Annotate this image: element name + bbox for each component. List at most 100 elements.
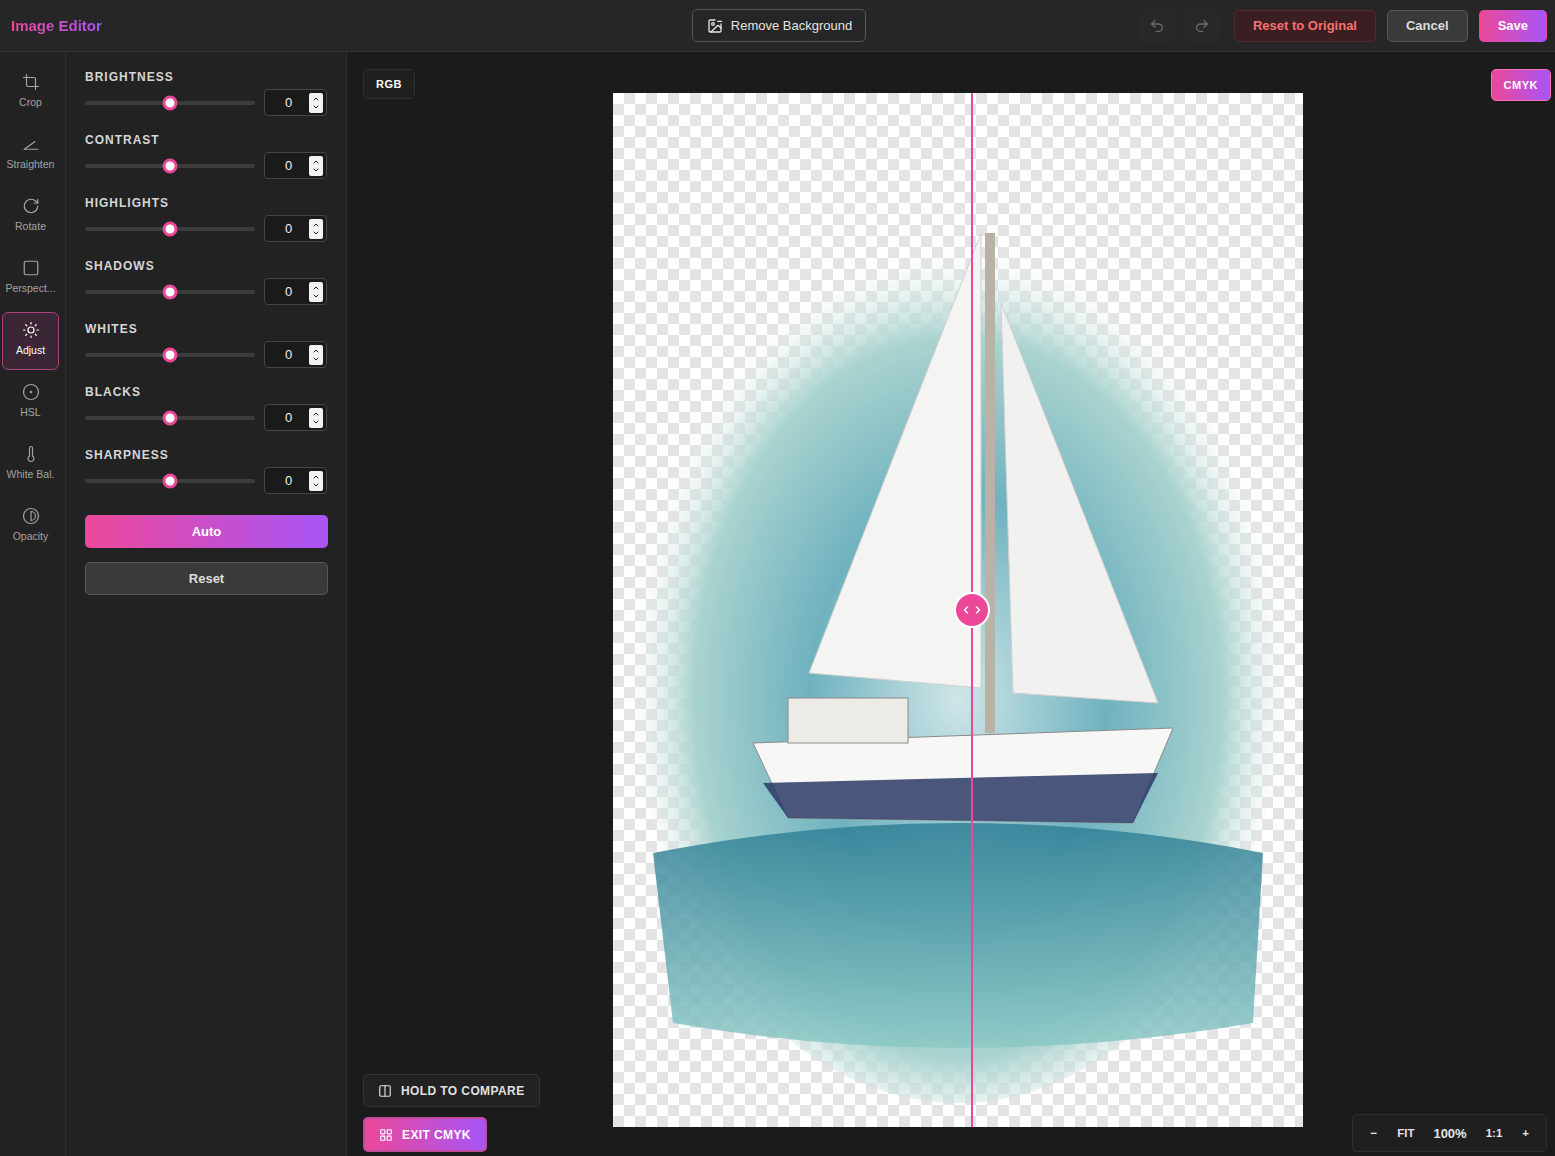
undo-button[interactable] [1140, 10, 1174, 42]
slider-row: 0 [85, 341, 327, 368]
stepper[interactable] [309, 345, 323, 365]
value-input[interactable]: 0 [264, 341, 327, 368]
secondary-button[interactable]: Cancel [1387, 10, 1468, 42]
up-arrow-icon[interactable] [312, 284, 320, 292]
primary-button[interactable]: Save [1479, 10, 1547, 42]
perspective-icon [22, 259, 40, 277]
remove-background-button[interactable]: Remove Background [692, 9, 866, 42]
slider-track[interactable] [85, 479, 255, 483]
slider-track[interactable] [85, 101, 255, 105]
tool-rail: CropStraightenRotatePerspect...AdjustHSL… [0, 52, 66, 1156]
slider-track[interactable] [85, 164, 255, 168]
remove-background-icon [707, 18, 723, 34]
down-arrow-icon[interactable] [312, 292, 320, 300]
stepper[interactable] [309, 156, 323, 176]
danger-button[interactable]: Reset to Original [1234, 10, 1376, 42]
canvas-area: RGB CMYK HOLD TO COMPARE EXIT CMYK −FIT100%1… [347, 52, 1555, 1156]
tool-item[interactable]: Crop [2, 64, 59, 122]
slider-track[interactable] [85, 353, 255, 357]
adjustment-label: SHARPNESS [85, 448, 327, 462]
value-input[interactable]: 0 [264, 467, 327, 494]
slider-row: 0 [85, 89, 327, 116]
app-title: Image Editor [11, 17, 102, 34]
primary-panel-button[interactable]: Auto [85, 515, 328, 548]
hold-to-compare-button[interactable]: HOLD TO COMPARE [363, 1074, 540, 1107]
slider-thumb[interactable] [163, 95, 178, 110]
tool-item[interactable]: Adjust [2, 312, 59, 370]
cmyk-badge[interactable]: CMYK [1491, 69, 1551, 101]
zoom-readout: 100% [1425, 1122, 1474, 1145]
zoom-button[interactable]: + [1513, 1123, 1538, 1143]
compare-handle[interactable] [954, 592, 990, 628]
up-arrow-icon[interactable] [312, 158, 320, 166]
tool-item[interactable]: White Bal. [2, 436, 59, 494]
slider-track[interactable] [85, 416, 255, 420]
slider-track[interactable] [85, 227, 255, 231]
slider-track[interactable] [85, 290, 255, 294]
stepper[interactable] [309, 219, 323, 239]
exit-cmyk-button[interactable]: EXIT CMYK [363, 1117, 487, 1152]
chevron-left-icon [960, 604, 972, 616]
slider-thumb[interactable] [163, 284, 178, 299]
slider-thumb[interactable] [163, 410, 178, 425]
down-arrow-icon[interactable] [312, 418, 320, 426]
redo-button[interactable] [1185, 10, 1219, 42]
zoom-button[interactable]: − [1361, 1123, 1386, 1143]
tool-item[interactable]: Rotate [2, 188, 59, 246]
adjustment-label: BRIGHTNESS [85, 70, 327, 84]
tool-item[interactable]: Straighten [2, 126, 59, 184]
tool-item[interactable]: Opacity [2, 498, 59, 556]
slider-thumb[interactable] [163, 158, 178, 173]
value-text: 0 [285, 221, 292, 236]
zoom-button[interactable]: 1:1 [1477, 1123, 1512, 1143]
adjustment-control: WHITES 0 [85, 322, 327, 385]
adjustment-label: SHADOWS [85, 259, 327, 273]
adjustment-label: CONTRAST [85, 133, 327, 147]
tool-item[interactable]: Perspect... [2, 250, 59, 308]
value-text: 0 [285, 158, 292, 173]
value-input[interactable]: 0 [264, 152, 327, 179]
down-arrow-icon[interactable] [312, 166, 320, 174]
adjustment-label: WHITES [85, 322, 327, 336]
value-input[interactable]: 0 [264, 89, 327, 116]
up-arrow-icon[interactable] [312, 95, 320, 103]
slider-row: 0 [85, 278, 327, 305]
value-input[interactable]: 0 [264, 215, 327, 242]
down-arrow-icon[interactable] [312, 229, 320, 237]
slider-row: 0 [85, 404, 327, 431]
up-arrow-icon[interactable] [312, 347, 320, 355]
up-arrow-icon[interactable] [312, 221, 320, 229]
slider-row: 0 [85, 152, 327, 179]
image-canvas [613, 93, 1303, 1127]
adjustment-control: BRIGHTNESS 0 [85, 70, 327, 133]
up-arrow-icon[interactable] [312, 410, 320, 418]
stepper[interactable] [309, 408, 323, 428]
adjust-panel: BRIGHTNESS0CONTRAST0HIGHLIGHTS0SHADOWS0W… [66, 52, 347, 1156]
stepper[interactable] [309, 471, 323, 491]
undo-icon [1149, 18, 1165, 34]
slider-thumb[interactable] [163, 473, 178, 488]
stepper[interactable] [309, 93, 323, 113]
value-input[interactable]: 0 [264, 278, 327, 305]
zoom-button[interactable]: FIT [1388, 1123, 1423, 1143]
up-arrow-icon[interactable] [312, 473, 320, 481]
adjustment-label: BLACKS [85, 385, 327, 399]
down-arrow-icon[interactable] [312, 103, 320, 111]
tool-item[interactable]: HSL [2, 374, 59, 432]
stepper[interactable] [309, 282, 323, 302]
value-input[interactable]: 0 [264, 404, 327, 431]
value-text: 0 [285, 347, 292, 362]
secondary-panel-button[interactable]: Reset [85, 562, 328, 595]
down-arrow-icon[interactable] [312, 355, 320, 363]
thermometer-icon [22, 445, 40, 463]
slider-row: 0 [85, 467, 327, 494]
down-arrow-icon[interactable] [312, 481, 320, 489]
sun-icon [22, 321, 40, 339]
chevron-right-icon [972, 604, 984, 616]
slider-thumb[interactable] [163, 347, 178, 362]
editor-body: CropStraightenRotatePerspect...AdjustHSL… [0, 52, 1555, 1156]
value-text: 0 [285, 473, 292, 488]
slider-thumb[interactable] [163, 221, 178, 236]
opacity-icon [22, 507, 40, 525]
rgb-badge: RGB [363, 69, 415, 99]
